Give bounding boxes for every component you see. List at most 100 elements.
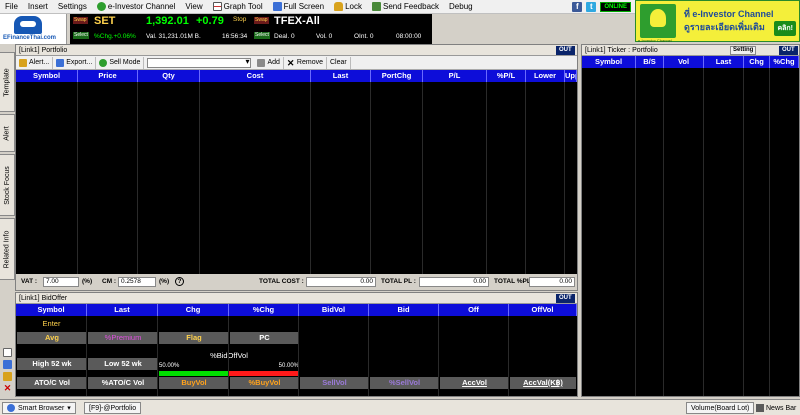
menu-debug-label: Debug bbox=[449, 2, 473, 11]
col-pl[interactable]: P/L bbox=[423, 70, 487, 82]
tab-stock-focus[interactable]: Stock Focus bbox=[0, 154, 15, 216]
grid-column-line bbox=[77, 82, 78, 274]
portfolio-select[interactable] bbox=[147, 57, 252, 68]
tcol-bs[interactable]: B/S bbox=[636, 56, 664, 68]
tab-related-info[interactable]: Related Info bbox=[0, 218, 15, 280]
bidoffer-out-button[interactable]: OUT bbox=[556, 294, 575, 303]
market-ticker: Swap Select SET 1,392.01 +0.79 %Chg.+0.0… bbox=[70, 14, 432, 44]
ad-line-1: ที่ e-Investor Channel bbox=[684, 9, 774, 19]
pct-ato-vol-label: %ATO/C Vol bbox=[88, 377, 158, 389]
app-window: File Insert Settings e-Investor Channel … bbox=[0, 0, 800, 415]
export-button[interactable]: Export... bbox=[53, 56, 97, 69]
tcol-chg[interactable]: Chg bbox=[744, 56, 770, 68]
add-button[interactable]: Add bbox=[254, 56, 284, 69]
stop-label[interactable]: Stop bbox=[233, 16, 246, 23]
index-name: SET bbox=[94, 15, 116, 27]
acc-val-label: AccVal(K฿) bbox=[510, 377, 576, 389]
menu-e-investor-label: e-Investor Channel bbox=[107, 2, 176, 11]
col-price[interactable]: Price bbox=[78, 70, 138, 82]
grid-column-line bbox=[310, 82, 311, 274]
menu-settings[interactable]: Settings bbox=[53, 0, 92, 14]
new-page-icon[interactable] bbox=[3, 348, 12, 357]
premium-label: %Premium bbox=[88, 332, 158, 344]
ticker-setting-button[interactable]: Setting bbox=[730, 46, 757, 55]
col-qty[interactable]: Qty bbox=[138, 70, 200, 82]
menu-graph-tool[interactable]: Graph Tool bbox=[208, 0, 268, 14]
menu-send-feedback[interactable]: Send Feedback bbox=[367, 0, 444, 14]
close-icon[interactable]: ✕ bbox=[3, 384, 12, 393]
menu-lock-label: Lock bbox=[345, 2, 362, 11]
status-bar: Smart Browser ▾ [F9]-@Portfolio Volume(Bo… bbox=[0, 399, 800, 415]
facebook-icon[interactable]: f bbox=[572, 1, 583, 12]
menu-full-screen[interactable]: Full Screen bbox=[268, 0, 329, 14]
portfolio-out-button[interactable]: OUT bbox=[556, 46, 575, 55]
save-icon[interactable] bbox=[3, 360, 12, 369]
remove-button[interactable]: ✕ Remove bbox=[284, 56, 327, 69]
flag-label: Flag bbox=[159, 332, 229, 344]
side-tabs: Template Alert Stock Focus Related Info … bbox=[0, 52, 15, 393]
folder-icon[interactable] bbox=[3, 372, 12, 381]
symbol-input[interactable]: Enter bbox=[16, 318, 87, 330]
twitter-icon[interactable]: t bbox=[586, 1, 597, 12]
total-pct-pl-value: 0.00 bbox=[529, 277, 575, 287]
vat-input[interactable]: 7.00 bbox=[43, 277, 79, 287]
deriv-vol: Vol. 0 bbox=[316, 33, 333, 40]
col-upper[interactable]: Upper bbox=[565, 70, 577, 82]
menu-lock[interactable]: Lock bbox=[329, 0, 367, 14]
grid-column-line bbox=[508, 316, 509, 396]
cm-input[interactable]: 0.2578 bbox=[118, 277, 156, 287]
bid-volume-bar bbox=[159, 371, 229, 376]
sell-mode-label: Sell Mode bbox=[109, 59, 141, 66]
menu-view[interactable]: View bbox=[180, 0, 207, 14]
help-icon[interactable]: ? bbox=[175, 277, 184, 286]
ad-click-button[interactable]: คลิก! bbox=[774, 21, 796, 36]
select-button-tfex[interactable]: Select bbox=[254, 32, 270, 39]
portfolio-grid[interactable]: Symbol Price Qty Cost Last PortChg P/L %… bbox=[16, 70, 577, 274]
alert-button-label: Alert... bbox=[29, 59, 50, 66]
tcol-pct-chg[interactable]: %Chg bbox=[770, 56, 799, 68]
cm-unit: (%) bbox=[159, 278, 170, 285]
col-portchg[interactable]: PortChg bbox=[371, 70, 423, 82]
menu-file-label: File bbox=[5, 2, 18, 11]
acc-vol-label: AccVol bbox=[440, 377, 509, 389]
logo-text: EFinanceThai.com bbox=[3, 35, 57, 41]
news-bar-button[interactable]: News Bar bbox=[756, 402, 796, 414]
grid-column-line bbox=[199, 82, 200, 274]
swap-button-set[interactable]: Swap bbox=[73, 17, 88, 24]
vat-unit: (%) bbox=[82, 278, 93, 285]
menu-e-investor-channel[interactable]: e-Investor Channel bbox=[92, 0, 181, 14]
clear-button[interactable]: Clear bbox=[327, 56, 351, 69]
sell-mode-button[interactable]: Sell Mode bbox=[96, 56, 145, 69]
tab-portfolio[interactable]: [F9]-@Portfolio bbox=[84, 402, 142, 414]
clear-button-label: Clear bbox=[330, 59, 347, 66]
grid-column-line bbox=[228, 316, 229, 396]
ticker-grid[interactable]: Symbol B/S Vol Last Chg %Chg bbox=[582, 56, 799, 396]
swap-button-tfex[interactable]: Swap bbox=[254, 17, 269, 24]
tab-alert-label: Alert bbox=[3, 125, 11, 141]
tcol-vol[interactable]: Vol bbox=[664, 56, 704, 68]
menu-file[interactable]: File bbox=[0, 0, 23, 14]
bidoffer-panel: [Link1] BidOffer OUT Symbol Last Chg %Ch… bbox=[15, 292, 578, 397]
select-button-set[interactable]: Select bbox=[73, 32, 89, 39]
col-cost[interactable]: Cost bbox=[200, 70, 311, 82]
alert-button[interactable]: Alert... bbox=[16, 56, 54, 69]
bidoffer-grid: Symbol Last Chg %Chg BidVol Bid Off OffV… bbox=[16, 304, 577, 396]
col-symbol[interactable]: Symbol bbox=[16, 70, 78, 82]
volume-mode-button[interactable]: Volume(Board Lot) bbox=[686, 402, 755, 414]
ad-banner[interactable]: e-Investor Channel ที่ e-Investor Channe… bbox=[635, 0, 800, 43]
tcol-last[interactable]: Last bbox=[704, 56, 744, 68]
tab-alert[interactable]: Alert bbox=[0, 114, 15, 152]
grid-column-line bbox=[422, 82, 423, 274]
smart-browser-button[interactable]: Smart Browser ▾ bbox=[2, 402, 76, 414]
ticker-out-button[interactable]: OUT bbox=[779, 46, 798, 55]
col-pct-pl[interactable]: %P/L bbox=[487, 70, 526, 82]
col-lower[interactable]: Lower bbox=[526, 70, 565, 82]
menu-debug[interactable]: Debug bbox=[444, 0, 478, 14]
tab-template[interactable]: Template bbox=[0, 52, 15, 112]
sell-vol-label: SellVol bbox=[300, 377, 369, 389]
tcol-symbol[interactable]: Symbol bbox=[582, 56, 636, 68]
index-change: +0.79 bbox=[196, 15, 224, 27]
col-last[interactable]: Last bbox=[311, 70, 371, 82]
index-pct-change: %Chg.+0.06% bbox=[94, 33, 136, 40]
menu-insert[interactable]: Insert bbox=[23, 0, 53, 14]
